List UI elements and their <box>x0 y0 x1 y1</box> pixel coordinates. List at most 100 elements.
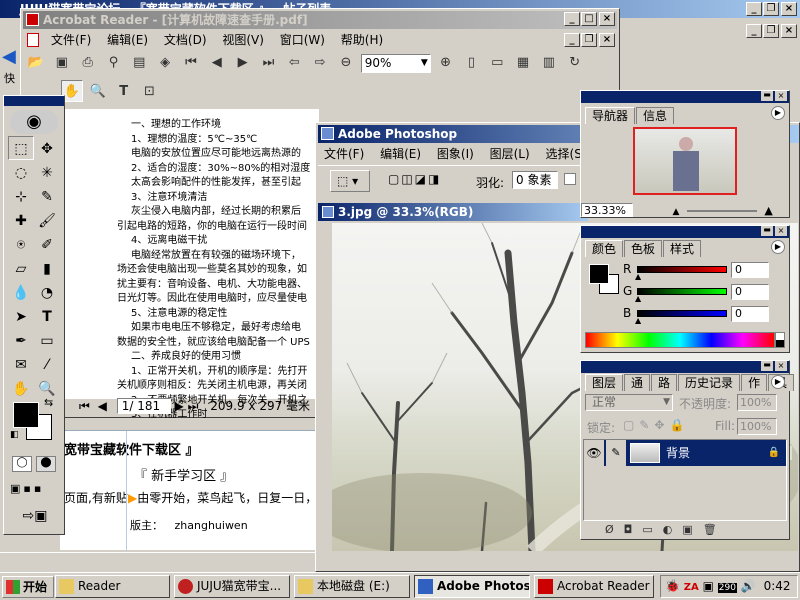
child-close-button[interactable]: × <box>781 24 797 38</box>
menu-document[interactable]: 文档(D) <box>164 33 207 47</box>
open-icon[interactable]: 📂 <box>25 52 47 74</box>
fit-width-icon[interactable]: ▦ <box>512 52 534 74</box>
palette-menu-icon[interactable]: ▶ <box>771 375 785 389</box>
ps-menu-edit[interactable]: 编辑(E) <box>380 147 421 161</box>
stamp-tool-icon[interactable]: ⍟ <box>8 233 34 257</box>
foreground-color-swatch[interactable] <box>13 402 39 428</box>
color-minimize-icon[interactable]: ▬ <box>761 226 773 236</box>
healing-brush-icon[interactable]: ✚ <box>8 209 34 233</box>
task-acrobat[interactable]: Acrobat Reader ... <box>534 575 654 598</box>
type-tool-icon[interactable]: T <box>34 305 60 329</box>
actual-size-icon[interactable]: ▯ <box>460 52 482 74</box>
go-forward-icon[interactable]: ⇨ <box>309 52 331 74</box>
moderator-link[interactable]: zhanghuiwen <box>175 519 248 532</box>
notes-tool-icon[interactable]: ✉ <box>8 353 34 377</box>
menu-file[interactable]: 文件(F) <box>51 33 91 47</box>
tab-swatches[interactable]: 色板 <box>624 240 663 257</box>
task-reader[interactable]: Reader <box>55 575 170 598</box>
visibility-eye-icon[interactable]: 👁 <box>584 440 604 466</box>
layer-style-icon[interactable]: Ø <box>605 523 624 536</box>
zoom-out-small-icon[interactable]: ▲ <box>673 207 680 217</box>
acrobat-doc-restore-button[interactable]: ❐ <box>581 33 597 47</box>
magic-wand-icon[interactable]: ✳ <box>34 161 60 185</box>
first-page-icon[interactable]: ⏮ <box>180 52 202 74</box>
spectrum-ramp[interactable] <box>585 332 775 348</box>
path-select-icon[interactable]: ➤ <box>8 305 34 329</box>
brush-tool-icon[interactable]: 🖌 <box>34 209 60 233</box>
layers-minimize-icon[interactable]: ▬ <box>761 361 773 371</box>
child-restore-button[interactable]: ❐ <box>763 24 779 38</box>
first-page-nav-icon[interactable]: ⏮ <box>79 399 90 413</box>
thumbnails-icon[interactable]: ◈ <box>154 52 176 74</box>
slider-marker-icon[interactable]: ▲ <box>635 294 641 303</box>
jump-to-imageready-icon[interactable]: ⇨▣ <box>12 508 58 526</box>
spectrum-bw-swatch[interactable] <box>775 332 785 348</box>
layer-row[interactable]: 👁 ✎ 背景 🔒 <box>584 440 786 466</box>
page-indicator[interactable]: 1/ 181 <box>116 398 171 414</box>
menu-window[interactable]: 窗口(W) <box>280 33 325 47</box>
acrobat-close-button[interactable]: × <box>599 12 615 26</box>
next-page-icon[interactable]: ▶ <box>232 52 254 74</box>
print-icon[interactable]: ⎙ <box>77 52 99 74</box>
tab-channels[interactable]: 通 <box>624 374 651 391</box>
color-fg-swatch[interactable] <box>589 264 609 284</box>
tab-color[interactable]: 颜色 <box>585 240 624 257</box>
find-icon[interactable]: ⚲ <box>102 52 124 74</box>
fit-page-icon[interactable]: ▭ <box>486 52 508 74</box>
swap-colors-icon[interactable]: ⇆ <box>44 396 53 409</box>
navigator-thumbnail[interactable] <box>633 127 737 195</box>
slice-tool-icon[interactable]: ✎ <box>34 185 60 209</box>
new-layer-icon[interactable]: ▣ <box>682 523 702 536</box>
acrobat-doc-minimize-button[interactable]: _ <box>564 33 580 47</box>
fit-visible-icon[interactable]: ▥ <box>538 52 560 74</box>
eraser-tool-icon[interactable]: ▱ <box>8 257 34 281</box>
screen-mode-buttons[interactable]: ▣▪▪ <box>10 482 44 495</box>
section-header[interactable]: 宽带宝藏软件下载区 』 <box>64 439 199 458</box>
acrobat-titlebar[interactable]: Acrobat Reader - [计算机故障速查手册.pdf] <box>23 11 617 29</box>
zoom-field[interactable]: 90% ▼ <box>360 54 431 73</box>
ps-menu-layer[interactable]: 图层(L) <box>490 147 530 161</box>
palette-menu-icon[interactable]: ▶ <box>771 240 785 254</box>
tab-navigator[interactable]: 导航器 <box>585 107 636 124</box>
rotate-icon[interactable]: ↻ <box>564 52 586 74</box>
tab-info[interactable]: 信息 <box>636 107 675 124</box>
color-titlebar[interactable]: ▬ × <box>581 226 789 238</box>
navigator-zoom-slider[interactable] <box>686 210 757 212</box>
acrobat-maximize-button[interactable]: □ <box>581 12 597 26</box>
marquee-preset-icon[interactable]: ⬚ ▾ <box>330 170 370 192</box>
prev-page-icon[interactable]: ◀ <box>206 52 228 74</box>
history-brush-icon[interactable]: ✐ <box>34 233 60 257</box>
marquee-tool-icon[interactable]: ⬚ <box>8 136 34 160</box>
trash-icon[interactable]: 🗑 <box>703 523 727 536</box>
chevron-down-icon[interactable]: ▼ <box>421 55 428 72</box>
pen-tool-icon[interactable]: ✒ <box>8 329 34 353</box>
start-button[interactable]: 开始 <box>2 576 54 598</box>
navigator-titlebar[interactable]: ▬ × <box>581 91 789 103</box>
lasso-tool-icon[interactable]: ◌ <box>8 161 34 185</box>
hand-tool-icon[interactable]: ✋ <box>8 377 34 401</box>
channel-b-value[interactable]: 0 <box>731 306 769 322</box>
child-minimize-button[interactable]: _ <box>746 24 762 38</box>
graphics-select-icon[interactable]: ⊡ <box>138 81 160 103</box>
gradient-tool-icon[interactable]: ▮ <box>34 257 60 281</box>
zoom-in-small-icon[interactable]: ▲ <box>764 204 772 217</box>
blend-mode-select[interactable]: 正常 ▼ <box>585 394 673 411</box>
layers-titlebar[interactable]: ▬ × <box>581 361 789 373</box>
zoom-out-icon[interactable]: ⊖ <box>335 52 357 74</box>
tray-ime-icon[interactable]: ZA <box>684 582 699 593</box>
menu-edit[interactable]: 编辑(E) <box>107 33 148 47</box>
new-area-link[interactable]: 『 新手学习区 』 <box>134 465 233 484</box>
layer-mask-icon[interactable]: ◘ <box>624 523 643 536</box>
opacity-field[interactable]: 100% <box>737 394 777 411</box>
acrobat-doc-close-button[interactable]: × <box>599 33 615 47</box>
quickmask-mode-button[interactable]: ⬤ <box>36 456 56 472</box>
default-colors-icon[interactable]: ◧ <box>10 430 19 440</box>
browser-minimize-button[interactable]: _ <box>746 2 762 16</box>
toolbox-titlebar[interactable] <box>4 96 64 106</box>
dodge-tool-icon[interactable]: ◔ <box>34 281 60 305</box>
browser-close-button[interactable]: × <box>781 2 797 16</box>
ps-menu-file[interactable]: 文件(F) <box>324 147 364 161</box>
next-page-nav-icon[interactable]: ▶ <box>175 399 184 413</box>
lock-icons[interactable]: ▢✎✥🔒 <box>623 418 689 432</box>
channel-b-slider[interactable] <box>637 310 727 317</box>
